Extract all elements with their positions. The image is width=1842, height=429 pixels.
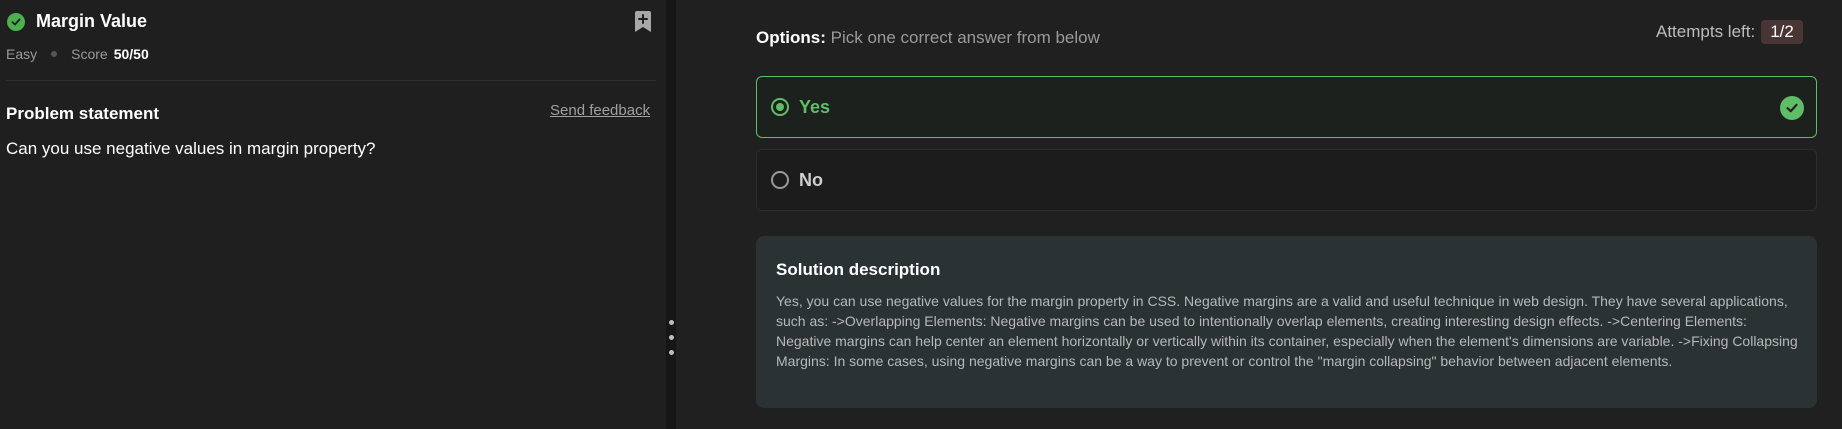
problem-title: Margin Value	[36, 11, 148, 31]
bookmark-add-icon[interactable]	[633, 11, 653, 33]
score-value: 50/50	[113, 46, 149, 62]
radio-unselected-icon[interactable]	[771, 171, 789, 189]
options-instruction: Pick one correct answer from below	[830, 28, 1100, 47]
divider	[6, 80, 656, 81]
solution-text: Yes, you can use negative values for the…	[776, 293, 1798, 369]
score-label: Score	[71, 46, 108, 62]
problem-meta: Easy Score 50/50	[6, 46, 149, 62]
radio-selected-icon[interactable]	[771, 98, 789, 116]
problem-statement-heading: Problem statement	[6, 104, 160, 123]
difficulty-label: Easy	[6, 46, 38, 62]
attempts-badge: 1/2	[1761, 20, 1803, 44]
option-no[interactable]: No	[756, 149, 1817, 211]
solution-description-box: Solution description Yes, you can use ne…	[756, 236, 1817, 408]
send-feedback-link[interactable]: Send feedback	[550, 102, 650, 119]
check-circle-icon	[1780, 96, 1804, 120]
meta-separator-dot	[51, 51, 58, 57]
vertical-dots-icon	[669, 335, 674, 340]
panel-resize-handle[interactable]	[666, 0, 676, 429]
options-label: Options:	[756, 28, 826, 47]
question-text: Can you use negative values in margin pr…	[6, 139, 376, 158]
answer-panel: Options: Pick one correct answer from be…	[676, 0, 1842, 429]
attempts-indicator: Attempts left: 1/2	[1656, 20, 1803, 44]
attempts-label: Attempts left:	[1656, 22, 1756, 41]
vertical-dots-icon	[669, 320, 674, 325]
problem-title-row: Margin Value	[7, 11, 147, 32]
option-label: No	[799, 169, 823, 190]
options-header: Options: Pick one correct answer from be…	[756, 28, 1100, 48]
app-root: Margin Value Easy Score 50/50 Problem st…	[0, 0, 1842, 429]
solution-heading: Solution description	[776, 260, 941, 279]
option-label: Yes	[799, 96, 831, 117]
option-yes[interactable]: Yes	[756, 76, 1817, 138]
vertical-dots-icon	[669, 350, 674, 355]
solved-check-icon	[7, 12, 25, 31]
problem-panel: Margin Value Easy Score 50/50 Problem st…	[0, 0, 666, 429]
radio-dot	[776, 103, 784, 111]
